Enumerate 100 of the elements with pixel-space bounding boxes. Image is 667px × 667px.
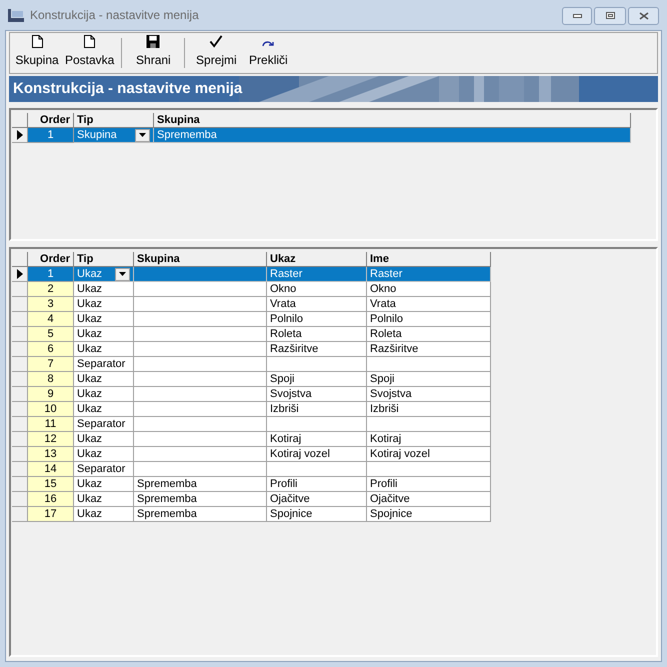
group-cell: Sprememba: [134, 477, 267, 492]
header-corner: [12, 113, 28, 128]
tip-cell: Separator: [74, 417, 134, 432]
tip-cell: Ukaz: [74, 342, 134, 357]
command-cell: Raster: [267, 267, 367, 282]
document-icon: [84, 35, 96, 48]
current-row-icon: [16, 269, 22, 279]
order-cell: 14: [28, 462, 74, 477]
command-cell: Kotiraj vozel: [267, 447, 367, 462]
current-row-icon: [16, 130, 22, 140]
tip-cell: Ukaz: [74, 372, 134, 387]
name-cell: Spoji: [367, 372, 491, 387]
tip-cell: Ukaz: [74, 477, 134, 492]
tip-cell: Ukaz: [74, 327, 134, 342]
name-cell: Kotiraj: [367, 432, 491, 447]
name-cell: Okno: [367, 282, 491, 297]
order-cell: 2: [28, 282, 74, 297]
document-icon: [32, 35, 42, 48]
column-header[interactable]: Ukaz: [267, 252, 367, 267]
tip-cell: Ukaz: [74, 282, 134, 297]
command-cell: Razširitve: [267, 342, 367, 357]
toolbar-button[interactable]: Sprejmi: [190, 35, 242, 71]
name-cell: Polnilo: [367, 312, 491, 327]
name-cell: Razširitve: [367, 342, 491, 357]
caret-icon: [119, 272, 126, 276]
caret-icon: [139, 133, 146, 137]
name-cell: Vrata: [367, 297, 491, 312]
column-header[interactable]: Skupina: [134, 252, 267, 267]
order-cell: 1: [28, 267, 74, 282]
tip-cell: Ukaz: [74, 447, 134, 462]
name-cell: Roleta: [367, 327, 491, 342]
column-header[interactable]: Tip: [74, 252, 134, 267]
name-cell: Izbriši: [367, 402, 491, 417]
tip-cell: Ukaz: [74, 402, 134, 417]
command-cell: Svojstva: [267, 387, 367, 402]
command-cell: Roleta: [267, 327, 367, 342]
tip-cell: Separator: [74, 462, 134, 477]
order-cell: 4: [28, 312, 74, 327]
minimize-button[interactable]: [562, 6, 592, 24]
order-cell: 9: [28, 387, 74, 402]
order-cell: 8: [28, 372, 74, 387]
window-title: Konstrukcija - nastavitve menija: [30, 7, 199, 24]
command-cell: Profili: [267, 477, 367, 492]
checkmark-icon: [209, 35, 224, 48]
header-corner: [12, 252, 28, 267]
group-cell: Sprememba: [134, 492, 267, 507]
toolbar-button[interactable]: Postavka: [63, 35, 116, 71]
dropdown-button[interactable]: [135, 128, 150, 142]
order-cell: 7: [28, 357, 74, 372]
command-cell: Vrata: [267, 297, 367, 312]
tip-cell: Skupina: [74, 128, 154, 143]
order-cell: 6: [28, 342, 74, 357]
tip-cell: Ukaz: [74, 507, 134, 522]
close-button[interactable]: [628, 6, 659, 24]
tip-cell: Ukaz: [74, 312, 134, 327]
group-cell: Sprememba: [154, 128, 631, 143]
name-cell: Svojstva: [367, 387, 491, 402]
order-cell: 1: [28, 128, 74, 143]
dropdown-button[interactable]: [115, 268, 130, 280]
name-cell: Kotiraj vozel: [367, 447, 491, 462]
command-cell: Ojačitve: [267, 492, 367, 507]
column-header[interactable]: Order: [28, 252, 74, 267]
tip-cell: Ukaz: [74, 267, 134, 282]
tip-cell: Ukaz: [74, 492, 134, 507]
command-cell: Spoji: [267, 372, 367, 387]
order-cell: 17: [28, 507, 74, 522]
column-header[interactable]: Ime: [367, 252, 491, 267]
name-cell: Raster: [367, 267, 491, 282]
name-cell: Spojnice: [367, 507, 491, 522]
tip-cell: Ukaz: [74, 387, 134, 402]
tip-cell: Ukaz: [74, 432, 134, 447]
row-selector[interactable]: [12, 128, 28, 143]
toolbar-button[interactable]: Skupina: [11, 35, 63, 71]
restore-icon: [606, 12, 614, 19]
app-icon: [8, 7, 24, 23]
column-header[interactable]: Skupina: [154, 113, 631, 128]
group-cell: Sprememba: [134, 507, 267, 522]
toolbar-button[interactable]: Prekliči: [242, 35, 294, 71]
tip-cell: Ukaz: [74, 297, 134, 312]
order-cell: 10: [28, 402, 74, 417]
redo-arrow-icon: [262, 40, 274, 48]
order-cell: 16: [28, 492, 74, 507]
order-cell: 5: [28, 327, 74, 342]
order-cell: 15: [28, 477, 74, 492]
tip-cell: Separator: [74, 357, 134, 372]
row-selector[interactable]: [12, 267, 28, 282]
command-cell: Okno: [267, 282, 367, 297]
order-cell: 13: [28, 447, 74, 462]
command-cell: Polnilo: [267, 312, 367, 327]
banner-title: Konstrukcija - nastavitve menija: [12, 78, 242, 99]
minimize-icon: [572, 14, 582, 18]
name-cell: Ojačitve: [367, 492, 491, 507]
order-cell: 3: [28, 297, 74, 312]
command-cell: Izbriši: [267, 402, 367, 417]
toolbar-button[interactable]: Shrani: [127, 35, 180, 71]
column-header[interactable]: Tip: [74, 113, 154, 128]
command-cell: Kotiraj: [267, 432, 367, 447]
column-header[interactable]: Order: [28, 113, 74, 128]
command-cell: Spojnice: [267, 507, 367, 522]
maximize-button[interactable]: [594, 6, 626, 24]
